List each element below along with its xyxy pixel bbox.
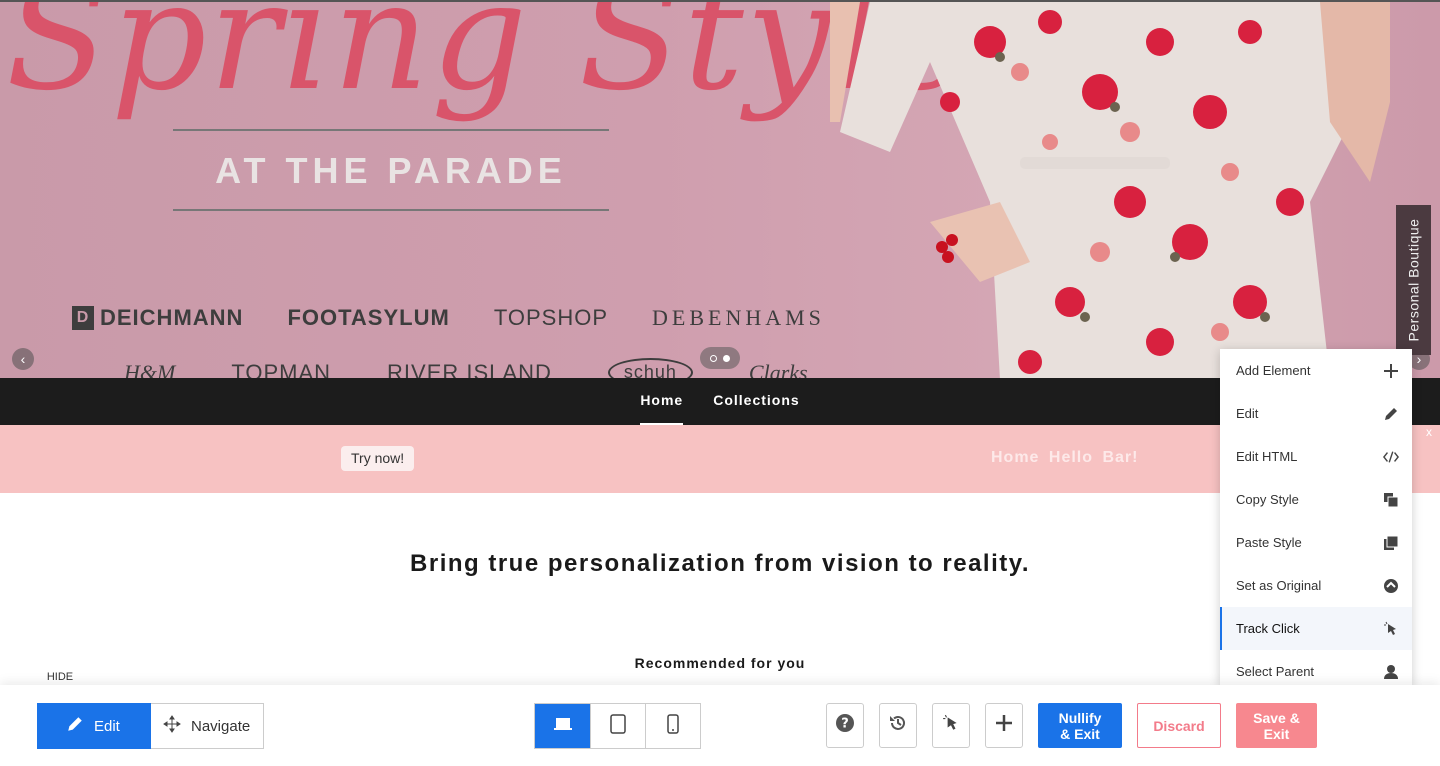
brand-river-island: RIVER ISLAND xyxy=(387,359,552,379)
svg-text:?: ? xyxy=(841,717,849,732)
restore-icon xyxy=(1383,578,1399,594)
mode-toggle: Edit Navigate xyxy=(37,703,264,749)
brand-debenhams: DEBENHAMS xyxy=(652,305,825,330)
plus-icon xyxy=(1383,363,1399,379)
slider-dot-2[interactable] xyxy=(723,354,730,362)
hello-bar-close-button[interactable]: x xyxy=(1426,425,1432,439)
cursor-click-icon xyxy=(1383,621,1399,637)
personal-boutique-tab[interactable]: Personal Boutique xyxy=(1396,205,1431,355)
nav-item-collections[interactable]: Collections xyxy=(713,378,799,425)
select-element-button[interactable] xyxy=(932,703,970,748)
brand-hm: H&M xyxy=(124,359,176,379)
pencil-icon xyxy=(1383,406,1399,422)
brand-footasylum: FOOTASYLUM xyxy=(287,305,450,330)
slider-dot-1[interactable] xyxy=(710,354,717,362)
brand-topman: TOPMAN xyxy=(231,359,332,379)
tablet-icon xyxy=(610,713,626,739)
plus-icon xyxy=(994,713,1014,738)
brand-deichmann: D DEICHMANN xyxy=(72,305,243,331)
ctx-paste-style[interactable]: Paste Style xyxy=(1220,521,1412,564)
slider-prev-button[interactable]: ‹ xyxy=(12,348,34,370)
discard-button[interactable]: Discard xyxy=(1137,703,1221,748)
nav-item-home[interactable]: Home xyxy=(640,378,684,425)
device-preview-toggle xyxy=(534,703,701,749)
hero-banner: Spring Style AT THE PARADE D DEICHMANN FO… xyxy=(0,0,1440,378)
brands-row-1: D DEICHMANN FOOTASYLUM TOPSHOP DEBENHAMS xyxy=(72,305,825,331)
chevron-left-icon: ‹ xyxy=(20,351,26,367)
hero-script-title: Spring Style xyxy=(6,0,974,124)
brand-clarks: Clarks xyxy=(748,359,808,379)
pencil-icon xyxy=(66,715,84,737)
hero-rule-bottom xyxy=(173,209,609,211)
question-icon: ? xyxy=(835,713,855,738)
parent-icon xyxy=(1383,664,1399,680)
hide-toolbar-button[interactable]: HIDE xyxy=(37,668,83,686)
history-button[interactable] xyxy=(879,703,917,748)
laptop-icon xyxy=(553,716,573,737)
ctx-set-as-original[interactable]: Set as Original xyxy=(1220,564,1412,607)
slider-dots xyxy=(700,347,740,369)
hero-rule-top xyxy=(173,129,609,131)
ctx-add-element[interactable]: Add Element xyxy=(1220,349,1412,392)
context-menu: Add Element Edit Edit HTML Copy Style Pa… xyxy=(1220,349,1412,686)
move-arrows-icon xyxy=(163,715,181,737)
cursor-click-icon xyxy=(942,714,960,737)
history-icon xyxy=(888,713,908,738)
add-element-button[interactable] xyxy=(985,703,1023,748)
ctx-edit[interactable]: Edit xyxy=(1220,392,1412,435)
hero-subtitle: AT THE PARADE xyxy=(215,150,567,191)
code-icon xyxy=(1383,449,1399,465)
navigate-mode-button[interactable]: Navigate xyxy=(151,703,264,749)
tablet-view-button[interactable] xyxy=(590,704,645,748)
ctx-track-click[interactable]: Track Click xyxy=(1220,607,1412,650)
help-button[interactable]: ? xyxy=(826,703,864,748)
editor-toolbar: Edit Navigate ? Nullify & Exit Discard S… xyxy=(0,685,1440,766)
desktop-view-button[interactable] xyxy=(535,704,590,748)
brand-topshop: TOPSHOP xyxy=(493,305,608,330)
copy-icon xyxy=(1383,492,1399,508)
paste-icon xyxy=(1383,535,1399,551)
edit-mode-button[interactable]: Edit xyxy=(37,703,151,749)
save-exit-button[interactable]: Save & Exit xyxy=(1236,703,1317,748)
model-dress-image xyxy=(830,2,1390,378)
ctx-edit-html[interactable]: Edit HTML xyxy=(1220,435,1412,478)
mobile-view-button[interactable] xyxy=(645,704,700,748)
try-now-button[interactable]: Try now! xyxy=(341,446,415,471)
nullify-exit-button[interactable]: Nullify & Exit xyxy=(1038,703,1122,748)
hello-bar-text: Home Hello Bar! xyxy=(991,449,1139,466)
brand-schuh: schuh xyxy=(607,358,693,378)
ctx-select-parent[interactable]: Select Parent xyxy=(1220,650,1412,686)
ctx-copy-style[interactable]: Copy Style xyxy=(1220,478,1412,521)
phone-icon xyxy=(667,713,679,739)
